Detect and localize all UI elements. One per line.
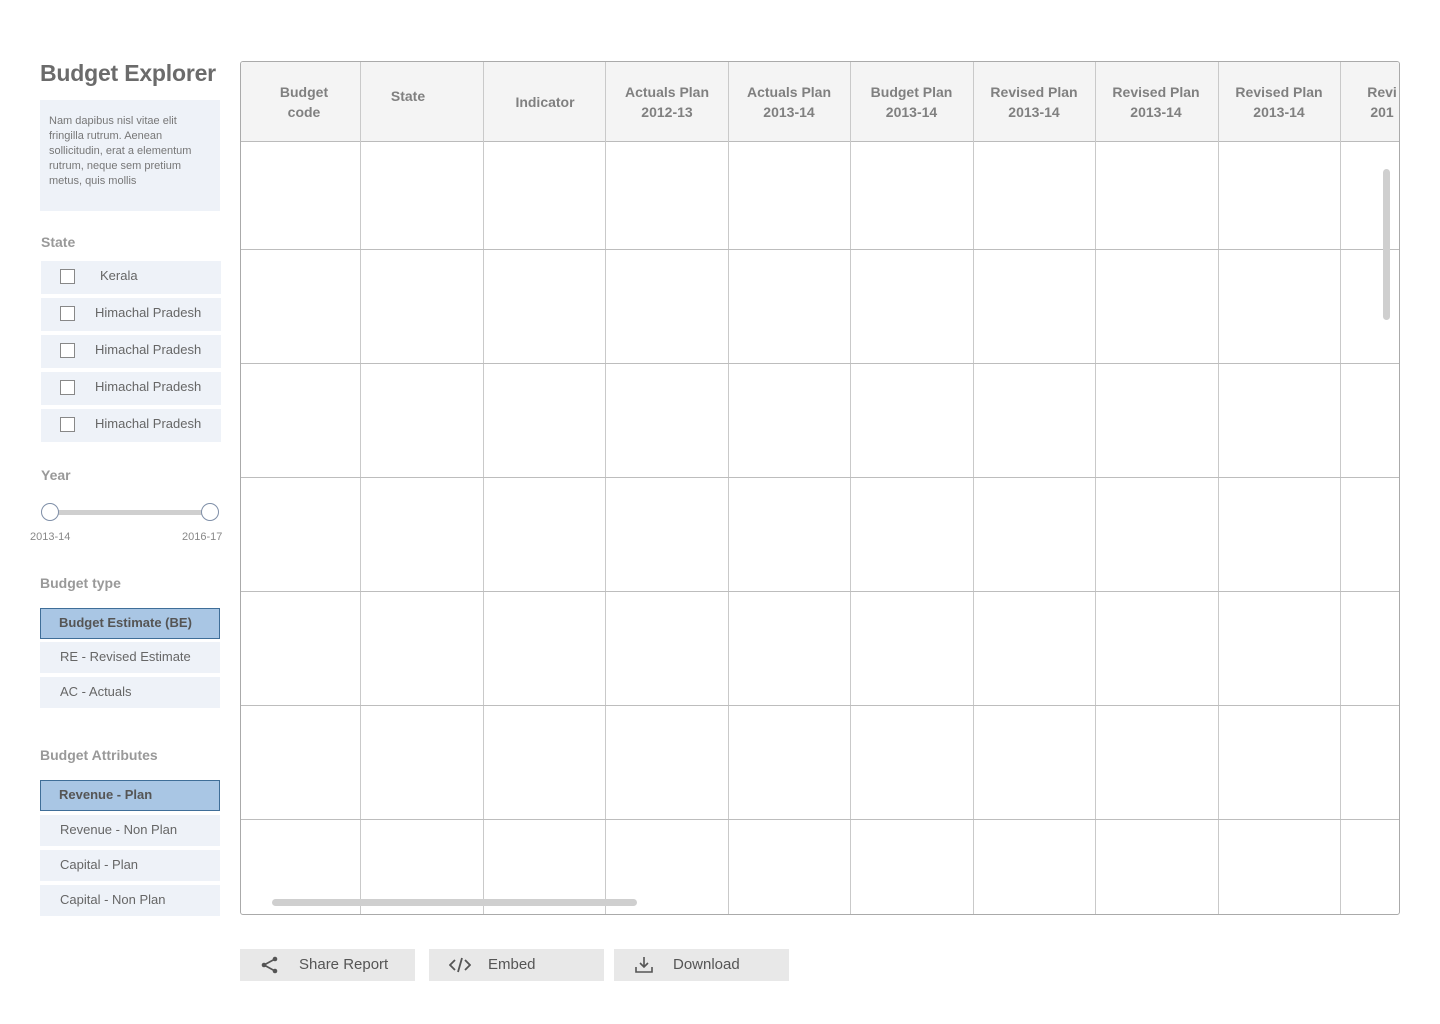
state-filter-label: State bbox=[41, 234, 76, 250]
app-description: Nam dapibus nisl vitae elit fringilla ru… bbox=[40, 100, 220, 211]
column-header-revised-plan-truncated[interactable]: Revi 201 bbox=[1340, 62, 1399, 141]
budget-type-option-re[interactable]: RE - Revised Estimate bbox=[40, 642, 220, 673]
download-icon bbox=[634, 956, 654, 974]
state-item-himachal-pradesh[interactable]: Himachal Pradesh bbox=[41, 335, 221, 368]
state-item-label: Himachal Pradesh bbox=[95, 379, 202, 394]
table-header: Budget code State Indicator Actuals Plan 2… bbox=[241, 62, 1399, 142]
state-checkbox[interactable] bbox=[60, 380, 75, 395]
state-item-himachal-pradesh[interactable]: Himachal Pradesh bbox=[41, 372, 221, 405]
table-row[interactable] bbox=[241, 478, 1399, 591]
attribute-option-capital-non-plan[interactable]: Capital - Non Plan bbox=[40, 885, 220, 916]
column-header-state[interactable]: State bbox=[361, 62, 455, 135]
state-item-label: Himachal Pradesh bbox=[95, 305, 202, 320]
sidebar: Budget Explorer Nam dapibus nisl vitae e… bbox=[0, 0, 240, 1024]
state-item-label: Himachal Pradesh bbox=[95, 416, 202, 431]
budget-data-table: Budget code State Indicator Actuals Plan 2… bbox=[240, 61, 1400, 915]
table-row[interactable] bbox=[241, 142, 1399, 249]
share-icon bbox=[260, 956, 280, 974]
column-header-revised-plan-2013-14[interactable]: Revised Plan 2013-14 bbox=[973, 62, 1095, 141]
table-row[interactable] bbox=[241, 364, 1399, 477]
app-title: Budget Explorer bbox=[40, 60, 216, 86]
year-max-label: 2016-17 bbox=[182, 531, 223, 543]
budget-type-option-be[interactable]: Budget Estimate (BE) bbox=[40, 608, 220, 639]
embed-button[interactable]: Embed bbox=[429, 949, 604, 981]
state-checkbox[interactable] bbox=[60, 269, 75, 284]
share-report-label: Share Report bbox=[299, 956, 389, 973]
column-header-revised-plan-2013-14[interactable]: Revised Plan 2013-14 bbox=[1218, 62, 1340, 141]
state-item-kerala[interactable]: Kerala bbox=[41, 261, 221, 294]
download-button[interactable]: Download bbox=[614, 949, 789, 981]
column-header-actuals-plan-2013-14[interactable]: Actuals Plan 2013-14 bbox=[728, 62, 850, 141]
table-row[interactable] bbox=[241, 250, 1399, 363]
horizontal-scrollbar[interactable] bbox=[272, 899, 637, 906]
state-item-label: Himachal Pradesh bbox=[95, 342, 202, 357]
state-checkbox[interactable] bbox=[60, 343, 75, 358]
code-icon bbox=[448, 956, 472, 974]
state-item-label: Kerala bbox=[100, 268, 138, 283]
vertical-scrollbar[interactable] bbox=[1383, 169, 1390, 320]
state-checkbox[interactable] bbox=[60, 306, 75, 321]
year-slider-min-handle[interactable] bbox=[41, 503, 59, 521]
year-slider-track[interactable] bbox=[50, 510, 210, 515]
state-item-himachal-pradesh[interactable]: Himachal Pradesh bbox=[41, 298, 221, 331]
attribute-option-revenue-plan[interactable]: Revenue - Plan bbox=[40, 780, 220, 811]
column-header-actuals-plan-2012-13[interactable]: Actuals Plan 2012-13 bbox=[606, 62, 728, 141]
download-label: Download bbox=[673, 956, 740, 973]
column-header-indicator[interactable]: Indicator bbox=[484, 62, 606, 141]
column-header-budget-plan-2013-14[interactable]: Budget Plan 2013-14 bbox=[850, 62, 973, 141]
table-row[interactable] bbox=[241, 706, 1399, 819]
column-header-budget-code[interactable]: Budget code bbox=[241, 62, 367, 141]
table-row[interactable] bbox=[241, 592, 1399, 705]
embed-label: Embed bbox=[488, 956, 536, 973]
attribute-option-capital-plan[interactable]: Capital - Plan bbox=[40, 850, 220, 881]
budget-type-option-ac[interactable]: AC - Actuals bbox=[40, 677, 220, 708]
state-checkbox[interactable] bbox=[60, 417, 75, 432]
year-slider-max-handle[interactable] bbox=[201, 503, 219, 521]
share-report-button[interactable]: Share Report bbox=[240, 949, 415, 981]
budget-type-label: Budget type bbox=[40, 575, 121, 591]
year-min-label: 2013-14 bbox=[30, 531, 71, 543]
column-header-revised-plan-2013-14[interactable]: Revised Plan 2013-14 bbox=[1095, 62, 1217, 141]
state-item-himachal-pradesh[interactable]: Himachal Pradesh bbox=[41, 409, 221, 442]
year-filter-label: Year bbox=[41, 467, 71, 483]
budget-attributes-label: Budget Attributes bbox=[40, 747, 158, 763]
attribute-option-revenue-non-plan[interactable]: Revenue - Non Plan bbox=[40, 815, 220, 846]
